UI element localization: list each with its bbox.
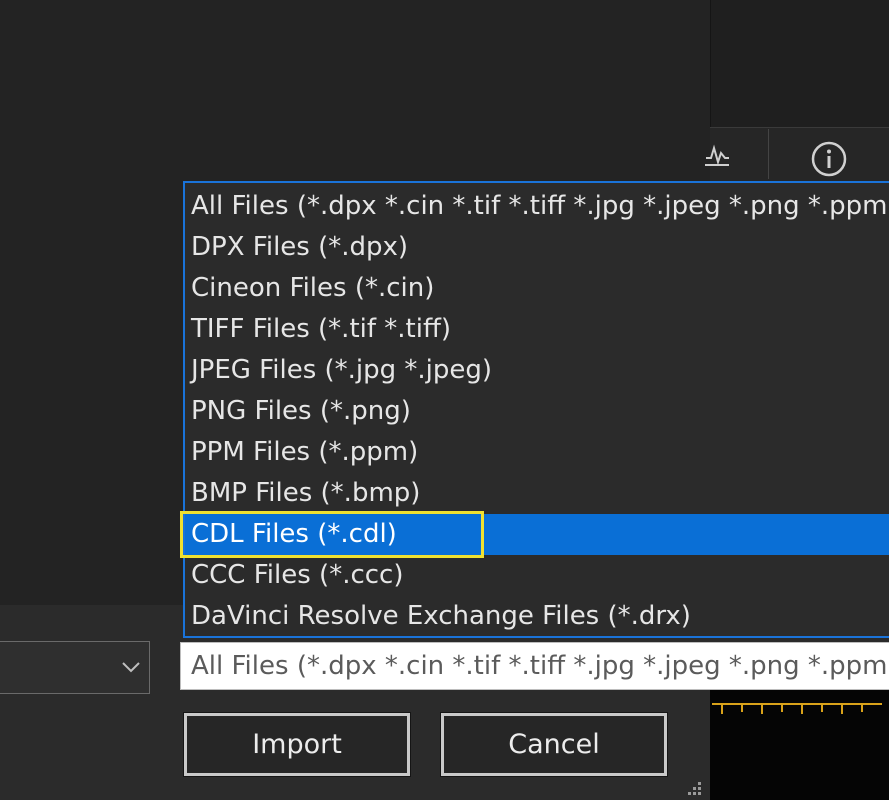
import-button[interactable]: Import	[183, 712, 411, 777]
cancel-button[interactable]: Cancel	[440, 712, 668, 777]
timeline-ruler	[712, 703, 882, 714]
info-icon[interactable]	[811, 141, 847, 177]
list-item-png-files[interactable]: PNG Files (*.png)	[185, 391, 889, 432]
list-item-ppm-files[interactable]: PPM Files (*.ppm)	[185, 432, 889, 473]
list-item-tiff-files[interactable]: TIFF Files (*.tif *.tiff)	[185, 309, 889, 350]
list-item-dpx-files[interactable]: DPX Files (*.dpx)	[185, 227, 889, 268]
chevron-down-icon[interactable]	[120, 656, 142, 678]
file-type-dropdown-list[interactable]: All Files (*.dpx *.cin *.tif *.tiff *.jp…	[183, 181, 889, 638]
waveform-icon[interactable]	[704, 142, 730, 168]
file-type-combo[interactable]: All Files (*.dpx *.cin *.tif *.tiff *.jp…	[180, 642, 889, 690]
list-item-bmp-files[interactable]: BMP Files (*.bmp)	[185, 473, 889, 514]
list-item-ccc-files[interactable]: CCC Files (*.ccc)	[185, 555, 889, 596]
resize-grip-icon[interactable]	[684, 780, 704, 800]
list-item-all-files[interactable]: All Files (*.dpx *.cin *.tif *.tiff *.jp…	[185, 186, 889, 227]
list-item-cdl-files[interactable]: CDL Files (*.cdl)	[185, 514, 889, 555]
list-item-drx-files[interactable]: DaVinci Resolve Exchange Files (*.drx)	[185, 596, 889, 636]
list-item-cineon-files[interactable]: Cineon Files (*.cin)	[185, 268, 889, 309]
right-panel-toolbar	[710, 127, 889, 183]
list-item-jpeg-files[interactable]: JPEG Files (*.jpg *.jpeg)	[185, 350, 889, 391]
right-panel-top	[710, 0, 889, 127]
toolbar-divider	[768, 129, 769, 179]
